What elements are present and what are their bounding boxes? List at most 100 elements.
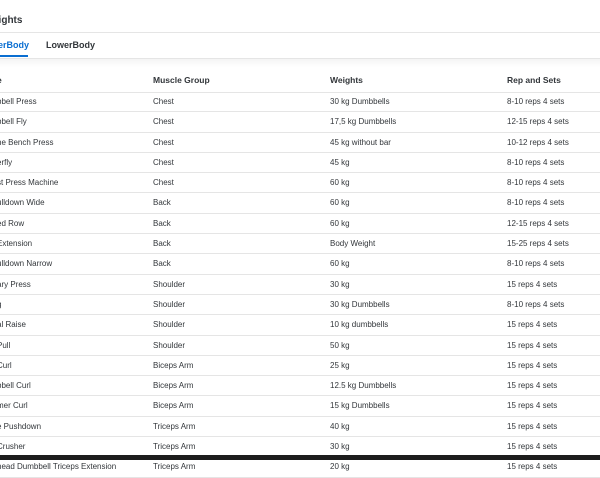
- muscle-group-cell: Shoulder: [153, 320, 186, 330]
- table-row[interactable]: st Press Machine Chest 60 kg 8-10 reps 4 se…: [0, 173, 600, 194]
- reps-sets-cell: 8-10 reps 4 sets: [507, 259, 565, 269]
- reps-sets-cell: 15 reps 4 sets: [507, 360, 558, 370]
- muscle-group-cell: Chest: [153, 97, 174, 106]
- exercise-cell: mer Curl: [0, 401, 28, 411]
- reps-sets-cell: 8-10 reps 4 sets: [507, 299, 565, 309]
- tab-divider: [0, 59, 600, 67]
- table-row[interactable]: ne Bench Press Chest 45 kg without bar 10-1…: [0, 133, 600, 153]
- exercise-cell: Curl: [0, 360, 12, 370]
- table-row[interactable]: Curl Biceps Arm 25 kg 15 reps 4 sets: [0, 356, 600, 377]
- weights-cell: 15 kg Dumbbells: [330, 401, 390, 411]
- reps-sets-cell: 15 reps 4 sets: [507, 401, 558, 411]
- exercise-cell: bbell Curl: [0, 381, 31, 391]
- exercise-cell: st Press Machine: [0, 178, 59, 188]
- muscle-group-cell: Shoulder: [153, 279, 186, 289]
- reps-sets-cell: 12-15 reps 4 sets: [507, 117, 569, 127]
- weights-cell: 60 kg: [330, 259, 350, 269]
- table-row[interactable]: erfly Chest 45 kg 8-10 reps 4 sets: [0, 153, 600, 174]
- weights-cell: Body Weight: [330, 239, 376, 249]
- reps-sets-cell: 15 reps 4 sets: [507, 462, 558, 472]
- exercise-cell: Crusher: [0, 442, 26, 452]
- table-row[interactable]: Pull Shoulder 50 kg 15 reps 4 sets: [0, 336, 600, 356]
- column-header-reps-sets[interactable]: Rep and Sets: [507, 75, 561, 85]
- exercise-cell: head Dumbbell Triceps Extension: [0, 462, 117, 472]
- muscle-group-cell: Chest: [153, 178, 174, 188]
- reps-sets-cell: 15-25 reps 4 sets: [507, 239, 569, 249]
- exercise-cell: ulldown Narrow: [0, 259, 53, 269]
- reps-sets-cell: 8-10 reps 4 sets: [507, 178, 565, 188]
- reps-sets-cell: 15 reps 4 sets: [507, 381, 558, 391]
- muscle-group-cell: Back: [153, 218, 171, 228]
- exercise-cell: erfly: [0, 157, 13, 167]
- reps-sets-cell: 10-12 reps 4 sets: [507, 137, 569, 147]
- muscle-group-cell: Triceps Arm: [153, 462, 196, 472]
- table-row[interactable]: g Shoulder 30 kg Dumbbells 8-10 reps 4 sets: [0, 295, 600, 316]
- exercise-cell: ulldown Wide: [0, 198, 45, 208]
- table-row[interactable]: ary Press Shoulder 30 kg 15 reps 4 sets: [0, 275, 600, 295]
- table-row[interactable]: ulldown Narrow Back 60 kg 8-10 reps 4 sets: [0, 254, 600, 275]
- table-row[interactable]: head Dumbbell Triceps Extension Triceps A…: [0, 457, 600, 478]
- table-body: bbell Press Chest 30 kg Dumbbells 8-10 reps…: [0, 92, 600, 478]
- muscle-group-cell: Biceps Arm: [153, 381, 194, 391]
- muscle-group-cell: Shoulder: [153, 340, 186, 350]
- column-header-exercise[interactable]: e: [0, 75, 2, 85]
- weights-cell: 30 kg: [330, 279, 350, 289]
- muscle-group-cell: Triceps Arm: [153, 442, 196, 452]
- weights-cell: 45 kg without bar: [330, 137, 391, 147]
- muscle-group-cell: Chest: [153, 137, 174, 147]
- weights-cell: 60 kg: [330, 178, 350, 188]
- weights-cell: 20 kg: [330, 462, 350, 472]
- table-row[interactable]: mer Curl Biceps Arm 15 kg Dumbbells 15 reps…: [0, 396, 600, 417]
- exercise-cell: Pull: [0, 340, 11, 350]
- tab-bar: erBody LowerBody: [0, 33, 600, 59]
- exercise-cell: al Raise: [0, 320, 26, 330]
- muscle-group-cell: Back: [153, 239, 171, 249]
- exercise-cell: ed Row: [0, 218, 25, 228]
- reps-sets-cell: 15 reps 4 sets: [507, 320, 558, 330]
- reps-sets-cell: 8-10 reps 4 sets: [507, 157, 565, 167]
- weights-cell: 40 kg: [330, 421, 350, 431]
- weights-cell: 50 kg: [330, 340, 350, 350]
- weights-cell: 30 kg Dumbbells: [330, 97, 390, 106]
- weights-cell: 60 kg: [330, 218, 350, 228]
- table-row[interactable]: Extension Back Body Weight 15-25 reps 4 set…: [0, 234, 600, 255]
- page-title: eights: [0, 15, 23, 26]
- exercise-cell: Extension: [0, 239, 33, 249]
- table-row[interactable]: al Raise Shoulder 10 kg dumbbells 15 reps 4…: [0, 315, 600, 336]
- weights-cell: 12.5 kg Dumbbells: [330, 381, 397, 391]
- reps-sets-cell: 15 reps 4 sets: [507, 442, 558, 452]
- column-header-muscle-group[interactable]: Muscle Group: [153, 75, 210, 85]
- weights-cell: 30 kg Dumbbells: [330, 299, 390, 309]
- exercise-cell: g: [0, 300, 1, 309]
- weights-cell: 10 kg dumbbells: [330, 320, 389, 330]
- exercise-cell: ne Bench Press: [0, 137, 54, 147]
- weights-cell: 45 kg: [330, 157, 350, 167]
- reps-sets-cell: 15 reps 4 sets: [507, 279, 558, 289]
- exercise-cell: ary Press: [0, 279, 31, 289]
- muscle-group-cell: Triceps Arm: [153, 421, 196, 431]
- muscle-group-cell: Chest: [153, 157, 174, 167]
- exercise-cell: e Pushdown: [0, 421, 42, 431]
- exercise-cell: bbell Fly: [0, 117, 27, 127]
- muscle-group-cell: Biceps Arm: [153, 360, 194, 370]
- muscle-group-cell: Back: [153, 198, 171, 208]
- table-row[interactable]: e Pushdown Triceps Arm 40 kg 15 reps 4 sets: [0, 417, 600, 438]
- table-row[interactable]: bbell Press Chest 30 kg Dumbbells 8-10 reps…: [0, 92, 600, 113]
- reps-sets-cell: 15 reps 4 sets: [507, 421, 558, 431]
- table-row[interactable]: ed Row Back 60 kg 12-15 reps 4 sets: [0, 214, 600, 235]
- page-header: eights: [0, 0, 600, 33]
- muscle-group-cell: Biceps Arm: [153, 401, 194, 411]
- weights-cell: 60 kg: [330, 198, 350, 208]
- bottom-edge: [0, 455, 600, 460]
- active-tab-indicator: [0, 55, 28, 57]
- reps-sets-cell: 12-15 reps 4 sets: [507, 218, 569, 228]
- tab-upperbody[interactable]: erBody: [0, 40, 29, 50]
- table-row[interactable]: bbell Fly Chest 17,5 kg Dumbbells 12-15 rep…: [0, 112, 600, 133]
- tab-lowerbody[interactable]: LowerBody: [46, 40, 95, 50]
- weights-cell: 25 kg: [330, 360, 350, 370]
- table-row[interactable]: ulldown Wide Back 60 kg 8-10 reps 4 sets: [0, 193, 600, 214]
- table-row[interactable]: bbell Curl Biceps Arm 12.5 kg Dumbbells 15 …: [0, 376, 600, 397]
- muscle-group-cell: Chest: [153, 117, 174, 127]
- reps-sets-cell: 8-10 reps 4 sets: [507, 198, 565, 208]
- column-header-weights[interactable]: Weights: [330, 75, 363, 85]
